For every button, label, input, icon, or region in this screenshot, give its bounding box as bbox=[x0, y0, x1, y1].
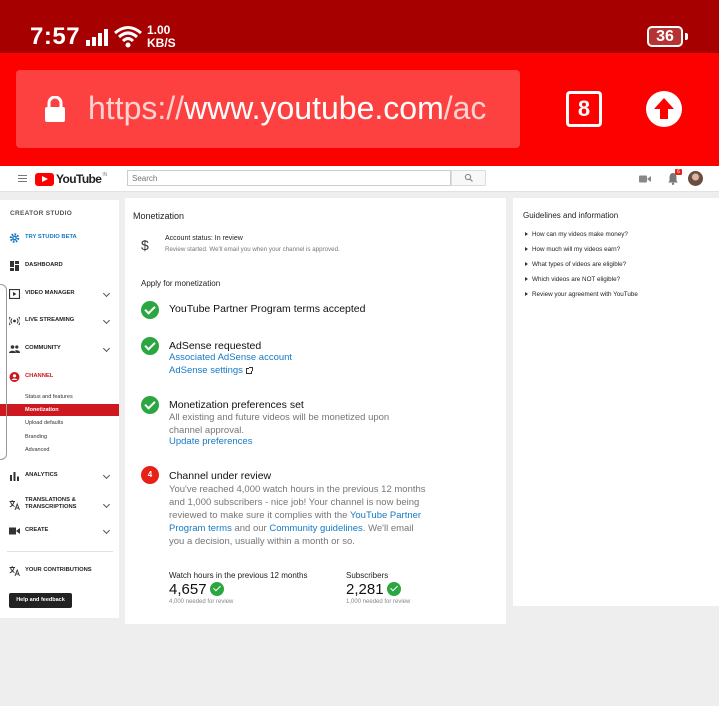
account-status: Account status: In review bbox=[165, 235, 243, 242]
sidebar-title: CREATOR STUDIO bbox=[10, 210, 73, 217]
guideline-link[interactable]: How much will my videos earn? bbox=[525, 246, 620, 253]
video-camera-icon bbox=[9, 527, 20, 535]
guideline-link[interactable]: Review your agreement with YouTube bbox=[525, 291, 638, 298]
chevron-down-icon bbox=[102, 316, 111, 325]
apply-section-title: Apply for monetization bbox=[141, 279, 221, 288]
arrow-up-icon bbox=[654, 98, 674, 119]
sidebar-subitem-status-and-features[interactable]: Status and features bbox=[0, 391, 119, 403]
search-input[interactable] bbox=[127, 170, 451, 186]
play-icon bbox=[35, 172, 54, 186]
sidebar-item-your-contributions[interactable]: YOUR CONTRIBUTIONS bbox=[0, 564, 119, 578]
community-guidelines-link[interactable]: Community guidelines bbox=[269, 523, 362, 534]
check-circle-icon bbox=[141, 301, 159, 319]
url-field[interactable]: https://www.youtube.com/ac bbox=[16, 70, 520, 148]
check-circle-icon bbox=[141, 396, 159, 414]
chevron-down-icon bbox=[102, 500, 111, 509]
battery-icon: 36 bbox=[647, 26, 683, 47]
signal-icon bbox=[86, 28, 108, 46]
network-speed: 1.00 KB/S bbox=[147, 23, 176, 50]
subscribers-value: 2,281 bbox=[346, 581, 384, 598]
live-icon bbox=[9, 316, 20, 326]
check-circle-icon bbox=[387, 582, 401, 596]
analytics-icon bbox=[10, 472, 19, 481]
guideline-link[interactable]: Which videos are NOT eligible? bbox=[525, 276, 620, 283]
search-button[interactable] bbox=[451, 170, 486, 186]
search-icon bbox=[464, 173, 473, 182]
menu-icon[interactable] bbox=[18, 175, 27, 182]
check-circle-icon bbox=[141, 337, 159, 355]
external-link-icon bbox=[245, 367, 253, 374]
account-circle-icon bbox=[9, 372, 20, 382]
adsense-settings-link[interactable]: AdSense settings bbox=[169, 365, 253, 376]
sidebar-item-create[interactable]: CREATE bbox=[0, 524, 119, 538]
step-review-text: You've reached 4,000 watch hours in the … bbox=[169, 484, 426, 547]
account-status-note: Review started. We'll email you when you… bbox=[165, 246, 340, 253]
upload-button[interactable] bbox=[646, 91, 682, 127]
step-number-badge: 4 bbox=[141, 466, 159, 484]
check-circle-icon bbox=[210, 582, 224, 596]
watch-hours-value: 4,657 bbox=[169, 581, 207, 598]
sidebar-subitem-advanced[interactable]: Advanced bbox=[0, 444, 119, 456]
avatar[interactable] bbox=[688, 171, 703, 186]
translate-icon bbox=[9, 566, 20, 576]
step-review-title: Channel under review bbox=[169, 470, 272, 482]
step-partner-terms: YouTube Partner Program terms accepted bbox=[169, 303, 366, 315]
guideline-link[interactable]: What types of videos are eligible? bbox=[525, 261, 626, 268]
chevron-down-icon bbox=[102, 344, 111, 353]
video-manager-icon bbox=[9, 289, 20, 299]
step-preferences-text: All existing and future videos will be m… bbox=[169, 412, 390, 436]
people-icon bbox=[9, 345, 20, 353]
guidelines-title: Guidelines and information bbox=[523, 211, 619, 220]
dollar-icon: $ bbox=[141, 237, 149, 253]
guidelines-panel: Guidelines and information How can my vi… bbox=[513, 198, 719, 606]
sidebar-item-video-manager[interactable]: VIDEO MANAGER bbox=[0, 287, 119, 301]
clock: 7:57 bbox=[30, 23, 81, 50]
screen: 7:57 1.00 KB/S 36 https://www.youtube.co… bbox=[0, 0, 719, 706]
browser-toolbar: https://www.youtube.com/ac 8 bbox=[0, 53, 719, 166]
subscribers-label: Subscribers bbox=[346, 571, 389, 580]
url-text: https://www.youtube.com/ac bbox=[88, 90, 487, 126]
chevron-down-icon bbox=[102, 289, 111, 298]
video-camera-icon[interactable] bbox=[639, 175, 651, 183]
wifi-icon bbox=[114, 26, 142, 48]
status-bar: 7:57 1.00 KB/S 36 bbox=[0, 0, 719, 53]
page-title: Monetization bbox=[133, 211, 185, 221]
sidebar-item-analytics[interactable]: ANALYTICS bbox=[0, 469, 119, 483]
creator-studio-sidebar: CREATOR STUDIO TRY STUDIO BETA DASHBOARD… bbox=[0, 200, 119, 618]
subscribers-note: 1,000 needed for review bbox=[346, 599, 411, 605]
sidebar-item-community[interactable]: COMMUNITY bbox=[0, 342, 119, 356]
sidebar-divider bbox=[7, 551, 113, 552]
step-preferences-title: Monetization preferences set bbox=[169, 399, 304, 411]
sidebar-subitem-branding[interactable]: Branding bbox=[0, 431, 119, 443]
sidebar-item-dashboard[interactable]: DASHBOARD bbox=[0, 259, 119, 273]
notification-badge: 6 bbox=[675, 169, 682, 175]
battery-tip bbox=[685, 33, 688, 40]
watch-hours-label: Watch hours in the previous 12 months bbox=[169, 571, 308, 580]
help-and-feedback-button[interactable]: Help and feedback bbox=[9, 593, 72, 608]
sidebar-item-try-studio-beta[interactable]: TRY STUDIO BETA bbox=[0, 231, 119, 245]
sidebar-subitem-upload-defaults[interactable]: Upload defaults bbox=[0, 417, 119, 429]
chevron-down-icon bbox=[102, 526, 111, 535]
update-preferences-link[interactable]: Update preferences bbox=[169, 436, 252, 447]
associated-adsense-link[interactable]: Associated AdSense account bbox=[169, 352, 292, 363]
translate-icon bbox=[9, 500, 20, 510]
step-adsense-title: AdSense requested bbox=[169, 340, 262, 352]
youtube-logo[interactable]: YouTube IN bbox=[35, 172, 107, 186]
lock-icon bbox=[45, 96, 65, 122]
edge-panel-handle[interactable] bbox=[0, 284, 7, 460]
dashboard-icon bbox=[10, 261, 19, 271]
watch-hours-note: 4,000 needed for review bbox=[169, 599, 234, 605]
sidebar-subitem-monetization[interactable]: Monetization bbox=[0, 404, 119, 416]
sidebar-item-channel[interactable]: CHANNEL bbox=[0, 370, 119, 384]
guideline-link[interactable]: How can my videos make money? bbox=[525, 231, 628, 238]
sidebar-item-translations[interactable]: TRANSLATIONS & TRANSCRIPTIONS bbox=[0, 496, 119, 514]
chevron-down-icon bbox=[102, 471, 111, 480]
gear-icon bbox=[9, 233, 20, 243]
tab-switcher-button[interactable]: 8 bbox=[566, 91, 602, 127]
youtube-header: YouTube IN 6 bbox=[0, 166, 719, 192]
monetization-card: Monetization $ Account status: In review… bbox=[125, 198, 506, 624]
sidebar-item-live-streaming[interactable]: LIVE STREAMING bbox=[0, 314, 119, 328]
